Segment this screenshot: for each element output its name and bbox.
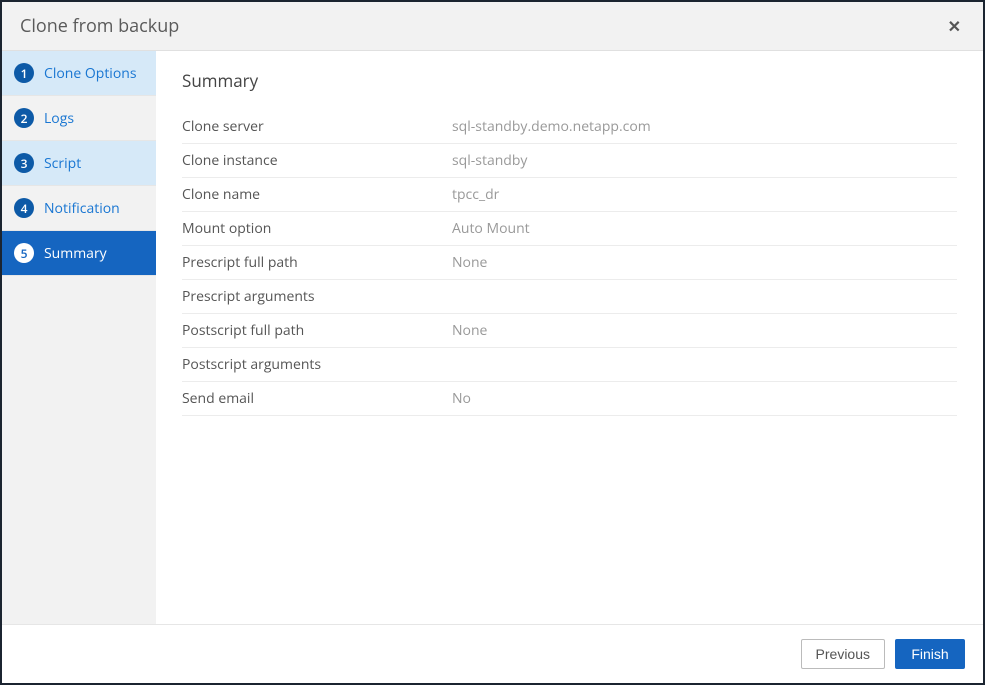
summary-value: No [452,389,471,408]
summary-value: sql-standby.demo.netapp.com [452,117,651,136]
summary-row-clone-server: Clone server sql-standby.demo.netapp.com [182,110,957,144]
summary-label: Send email [182,389,452,408]
step-number: 5 [14,243,34,263]
summary-label: Clone server [182,117,452,136]
step-label: Clone Options [44,64,144,83]
summary-row-postscript-args: Postscript arguments [182,348,957,382]
step-label: Logs [44,109,144,128]
dialog-header: Clone from backup ✕ [2,2,983,51]
sidebar-step-script[interactable]: 3 Script [2,141,156,186]
wizard-sidebar: 1 Clone Options 2 Logs 3 Script 4 Notifi… [2,51,156,624]
panel-title: Summary [182,69,957,92]
summary-row-prescript-args: Prescript arguments [182,280,957,314]
summary-label: Postscript full path [182,321,452,340]
step-label: Script [44,154,144,173]
summary-label: Postscript arguments [182,355,452,374]
summary-value: None [452,253,487,272]
summary-row-mount-option: Mount option Auto Mount [182,212,957,246]
summary-row-send-email: Send email No [182,382,957,416]
summary-value: None [452,321,487,340]
summary-value: sql-standby [452,151,527,170]
summary-value: tpcc_dr [452,185,499,204]
summary-row-clone-instance: Clone instance sql-standby [182,144,957,178]
sidebar-step-summary[interactable]: 5 Summary [2,231,156,276]
step-number: 2 [14,108,34,128]
sidebar-step-clone-options[interactable]: 1 Clone Options [2,51,156,96]
step-number: 4 [14,198,34,218]
summary-label: Prescript full path [182,253,452,272]
dialog-title: Clone from backup [20,14,179,38]
step-label: Notification [44,199,144,218]
summary-panel: Summary Clone server sql-standby.demo.ne… [156,51,983,624]
sidebar-step-notification[interactable]: 4 Notification [2,186,156,231]
summary-label: Clone instance [182,151,452,170]
summary-label: Mount option [182,219,452,238]
summary-row-postscript-path: Postscript full path None [182,314,957,348]
step-number: 3 [14,153,34,173]
finish-button[interactable]: Finish [895,639,965,669]
summary-row-clone-name: Clone name tpcc_dr [182,178,957,212]
dialog-footer: Previous Finish [2,624,983,683]
close-icon[interactable]: ✕ [944,18,965,34]
summary-row-prescript-path: Prescript full path None [182,246,957,280]
summary-label: Prescript arguments [182,287,452,306]
sidebar-step-logs[interactable]: 2 Logs [2,96,156,141]
step-number: 1 [14,63,34,83]
summary-label: Clone name [182,185,452,204]
clone-from-backup-dialog: Clone from backup ✕ 1 Clone Options 2 Lo… [0,0,985,685]
step-label: Summary [44,244,144,263]
dialog-body: 1 Clone Options 2 Logs 3 Script 4 Notifi… [2,51,983,624]
summary-value: Auto Mount [452,219,530,238]
previous-button[interactable]: Previous [801,639,885,669]
